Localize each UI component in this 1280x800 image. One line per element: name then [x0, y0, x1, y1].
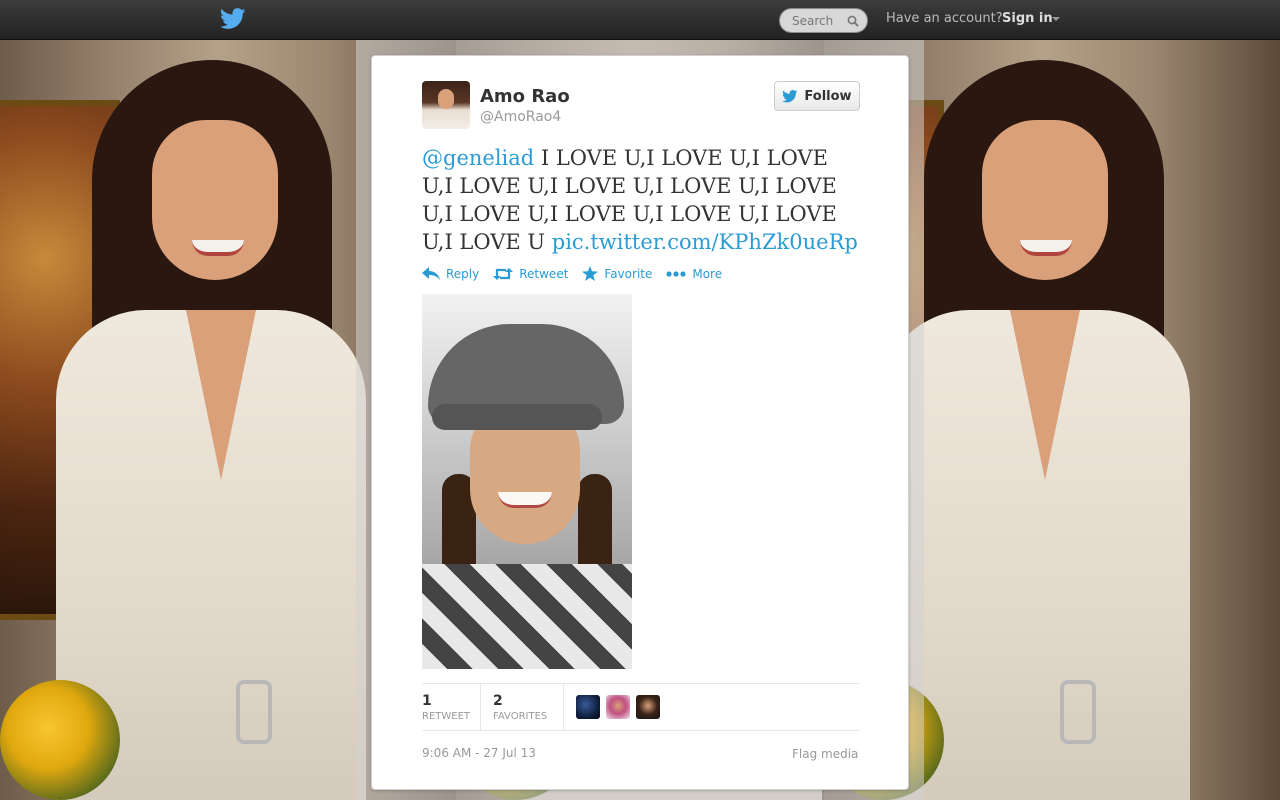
top-navigation-bar: Search Have an account? Sign in	[0, 0, 1280, 40]
avatar[interactable]	[422, 81, 470, 129]
avatar[interactable]	[636, 695, 660, 719]
favorite-button[interactable]: Favorite	[582, 266, 652, 281]
author-handle[interactable]: @AmoRao4	[480, 109, 561, 125]
reply-icon	[422, 266, 440, 280]
have-account-text: Have an account?	[886, 11, 1003, 26]
retweet-label: Retweet	[519, 266, 569, 281]
retweet-count-label: RETWEET	[422, 710, 471, 722]
magnifier-icon[interactable]	[847, 15, 859, 27]
more-label: More	[692, 266, 723, 281]
favorite-count-label: FAVORITES	[493, 710, 548, 722]
more-button[interactable]: More	[666, 267, 722, 281]
search-placeholder: Search	[792, 13, 834, 28]
favoriters-avatars	[564, 695, 660, 719]
caret-down-icon[interactable]	[1052, 17, 1060, 21]
twitter-bird-icon[interactable]	[220, 8, 246, 30]
twitter-bird-icon	[782, 89, 798, 102]
author-name[interactable]: Amo Rao	[480, 86, 570, 107]
search-input[interactable]: Search	[779, 8, 868, 33]
tweet-media-photo[interactable]	[422, 294, 632, 669]
retweet-count[interactable]: 1 RETWEET	[422, 684, 481, 730]
follow-label: Follow	[804, 88, 852, 104]
avatar[interactable]	[606, 695, 630, 719]
avatar[interactable]	[576, 695, 600, 719]
retweet-button[interactable]: Retweet	[493, 267, 568, 281]
reply-button[interactable]: Reply	[422, 266, 480, 281]
media-link[interactable]: pic.twitter.com/KPhZk0ueRp	[552, 230, 858, 254]
retweet-count-number: 1	[422, 692, 432, 709]
favorite-count-number: 2	[493, 692, 503, 709]
reply-label: Reply	[446, 266, 480, 281]
tweet-actions: Reply Retweet Favorite More	[422, 266, 736, 281]
tweet-timestamp[interactable]: 9:06 AM - 27 Jul 13	[422, 746, 536, 760]
sign-in-link[interactable]: Sign in	[1002, 11, 1053, 26]
mention-link[interactable]: @geneliad	[422, 146, 534, 170]
star-icon	[582, 266, 599, 281]
tweet-stats: 1 RETWEET 2 FAVORITES	[422, 683, 860, 731]
favorite-label: Favorite	[604, 266, 653, 281]
more-dots-icon	[666, 270, 686, 277]
favorite-count[interactable]: 2 FAVORITES	[481, 684, 564, 730]
follow-button[interactable]: Follow	[774, 81, 860, 111]
retweet-icon	[493, 267, 514, 280]
flag-media-link[interactable]: Flag media	[792, 747, 858, 761]
tweet-card: Amo Rao @AmoRao4 Follow @geneliad I LOVE…	[371, 55, 909, 790]
tweet-text: @geneliad I LOVE U,I LOVE U,I LOVE U,I L…	[422, 144, 862, 256]
